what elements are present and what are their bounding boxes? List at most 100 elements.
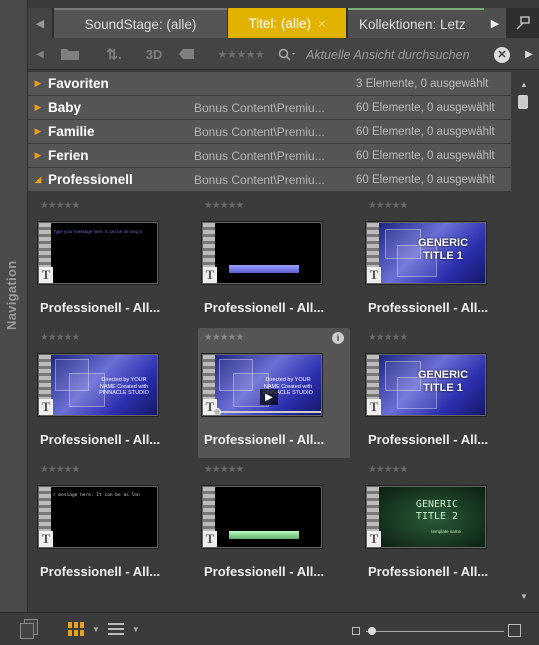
title-type-icon: T <box>39 267 53 283</box>
title-thumbnail[interactable]: T <box>202 486 322 548</box>
title-thumbnail[interactable]: GENERIC TITLE 1 T <box>366 354 486 416</box>
title-thumbnail[interactable]: Directed by YOUR NAME Created with PINNA… <box>38 354 158 416</box>
scroll-up-icon[interactable]: ▲ <box>515 80 533 90</box>
zoom-large-icon[interactable] <box>508 624 521 637</box>
title-thumbnail[interactable]: Type your message here. It can be as lon… <box>38 222 158 284</box>
thumbnail-text: Type your message here. It can be as lon… <box>53 229 142 234</box>
collection-name: Baby <box>48 100 82 115</box>
expand-caret-icon[interactable]: ▶ <box>28 78 48 89</box>
tab-collections[interactable]: Kollektionen: Letz <box>348 8 484 38</box>
library-panel: Navigation ◀ SoundStage: (alle) Titel: (… <box>0 0 539 645</box>
title-name: Professionell - All... <box>368 432 489 447</box>
zoom-slider[interactable] <box>352 624 522 639</box>
zoom-knob[interactable] <box>368 627 376 635</box>
collection-row-familie[interactable]: ▶ Familie Bonus Content\Premiu... 60 Ele… <box>28 120 511 143</box>
clear-search-icon[interactable]: ✕ <box>494 46 510 63</box>
thumbnail-text: GENERIC TITLE 1 <box>417 369 469 394</box>
navigation-label: Navigation <box>4 260 19 330</box>
rating-stars[interactable]: ★★★★★ <box>368 464 408 475</box>
thumbnail-text: r message here. It can be as lon <box>53 493 140 498</box>
scroll-down-icon[interactable]: ▼ <box>515 592 533 602</box>
title-item[interactable]: ★★★★★ Directed by YOUR NAME Created with… <box>34 328 186 458</box>
pin-icon[interactable] <box>509 8 537 38</box>
tab-label: Titel: (alle) <box>248 15 311 31</box>
stack-icon[interactable] <box>18 619 42 641</box>
info-icon[interactable]: i <box>332 332 344 344</box>
search-input[interactable] <box>306 47 494 62</box>
collection-row-ferien[interactable]: ▶ Ferien Bonus Content\Premiu... 60 Elem… <box>28 144 511 167</box>
collection-count: 60 Elemente, 0 ausgewählt <box>356 173 495 186</box>
rating-stars[interactable]: ★★★★★ <box>40 200 80 211</box>
tag-icon[interactable] <box>176 38 198 70</box>
title-item[interactable]: ★★★★★ T Professionell - All... <box>198 196 350 326</box>
title-name: Professionell - All... <box>40 432 161 447</box>
scroll-thumb[interactable] <box>518 95 528 109</box>
title-type-icon: T <box>39 531 53 547</box>
title-item[interactable]: ★★★★★ T Professionell - All... <box>198 460 350 590</box>
rating-stars[interactable]: ★★★★★ <box>204 464 244 475</box>
toolbar: ◀ ⇅. 3D ★★★★★ ✕ ▶ <box>28 38 539 70</box>
chevron-down-icon[interactable]: ▼ <box>92 625 100 634</box>
collection-row-favoriten[interactable]: ▶ Favoriten 3 Elemente, 0 ausgewählt <box>28 72 511 95</box>
title-name: Professionell - All... <box>40 564 161 579</box>
rating-filter[interactable]: ★★★★★ <box>210 38 272 70</box>
thumbnail-subtext: template name <box>431 529 461 534</box>
title-type-icon: T <box>367 531 381 547</box>
title-thumbnail[interactable]: T <box>202 222 322 284</box>
zoom-small-icon[interactable] <box>352 627 360 635</box>
title-name: Professionell - All... <box>368 564 489 579</box>
collection-row-professionell[interactable]: ◢ Professionell Bonus Content\Premiu... … <box>28 168 511 191</box>
collection-count: 60 Elemente, 0 ausgewählt <box>356 125 495 138</box>
navigation-strip[interactable]: Navigation <box>0 0 28 645</box>
title-thumbnail[interactable]: GENERIC TITLE 2 template name T <box>366 486 486 548</box>
sort-button[interactable]: ⇅. <box>94 38 134 70</box>
forward-arrow-icon[interactable]: ▶ <box>522 38 536 70</box>
rating-stars[interactable]: ★★★★★ <box>368 332 408 343</box>
collapse-caret-icon[interactable]: ◢ <box>28 174 48 185</box>
title-item[interactable]: ★★★★★ r message here. It can be as lon T… <box>34 460 186 590</box>
title-item[interactable]: ★★★★★ GENERIC TITLE 1 T Professionell - … <box>362 196 514 326</box>
title-thumbnail[interactable]: GENERIC TITLE 1 T <box>366 222 486 284</box>
title-item[interactable]: ★★★★★ Type your message here. It can be … <box>34 196 186 326</box>
title-item-selected[interactable]: ★★★★★ i Directed by YOUR NAME Created wi… <box>198 328 350 458</box>
tab-scroll-right-icon[interactable]: ▶ <box>484 8 506 38</box>
collection-name: Ferien <box>48 148 89 163</box>
title-type-icon: T <box>203 531 217 547</box>
zoom-track[interactable] <box>366 631 504 632</box>
expand-caret-icon[interactable]: ▶ <box>28 126 48 137</box>
scrub-knob[interactable] <box>213 408 221 415</box>
title-item[interactable]: ★★★★★ GENERIC TITLE 2 template name T Pr… <box>362 460 514 590</box>
title-thumbnail[interactable]: r message here. It can be as lon T <box>38 486 158 548</box>
thumbnail-text: GENERIC TITLE 1 <box>417 237 469 262</box>
thumbnail-text: Directed by YOUR NAME Created with PINNA… <box>99 377 149 396</box>
tab-bar: ◀ SoundStage: (alle) Titel: (alle) × Kol… <box>28 8 539 38</box>
scrub-bar[interactable] <box>217 411 321 413</box>
tab-soundstage[interactable]: SoundStage: (alle) <box>54 8 227 38</box>
3d-filter-button[interactable]: 3D <box>140 38 168 70</box>
rating-stars[interactable]: ★★★★★ <box>40 332 80 343</box>
title-thumbnail[interactable]: Directed by YOUR NAME Created with PINNA… <box>202 354 322 416</box>
rating-stars[interactable]: ★★★★★ <box>204 332 244 343</box>
back-arrow-icon[interactable]: ◀ <box>32 38 48 70</box>
rating-stars[interactable]: ★★★★★ <box>204 200 244 211</box>
collection-row-baby[interactable]: ▶ Baby Bonus Content\Premiu... 60 Elemen… <box>28 96 511 119</box>
search-icon[interactable] <box>278 48 306 62</box>
chevron-down-icon[interactable]: ▼ <box>132 625 140 634</box>
grid-view-icon[interactable] <box>68 622 84 636</box>
rating-stars[interactable]: ★★★★★ <box>40 464 80 475</box>
title-item[interactable]: ★★★★★ GENERIC TITLE 1 T Professionell - … <box>362 328 514 458</box>
title-name: Professionell - All... <box>204 564 325 579</box>
play-icon[interactable]: ▶ <box>260 389 278 405</box>
search-box: ✕ <box>278 44 510 65</box>
expand-caret-icon[interactable]: ▶ <box>28 150 48 161</box>
title-name: Professionell - All... <box>40 300 161 315</box>
close-icon[interactable]: × <box>318 16 326 31</box>
rating-stars[interactable]: ★★★★★ <box>368 200 408 211</box>
tab-titles[interactable]: Titel: (alle) × <box>228 8 346 38</box>
expand-caret-icon[interactable]: ▶ <box>28 102 48 113</box>
title-name: Professionell - All... <box>204 300 325 315</box>
list-view-icon[interactable] <box>107 623 124 635</box>
tab-scroll-left-icon[interactable]: ◀ <box>28 8 52 38</box>
vertical-scrollbar[interactable]: ▲ ▼ <box>515 72 533 612</box>
folder-icon[interactable] <box>58 38 82 70</box>
